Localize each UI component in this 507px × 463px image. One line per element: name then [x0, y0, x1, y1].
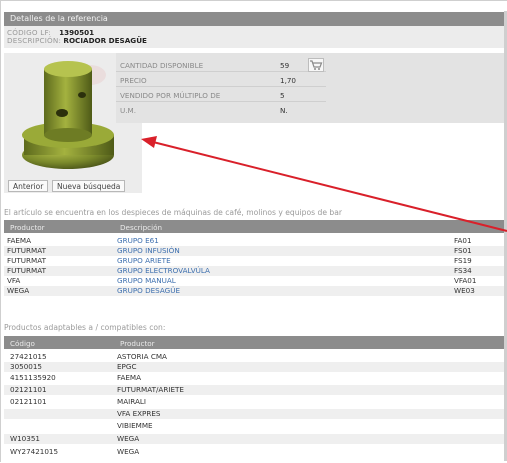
description-link[interactable]: GRUPO INFUSIÓN	[117, 246, 180, 256]
producer-cell: WEGA	[117, 447, 140, 456]
code-cell: FS34	[454, 266, 472, 275]
detail-value: 5	[280, 91, 285, 100]
table-row[interactable]: WEGA GRUPO DESAGÜE WE03	[4, 286, 504, 296]
description-label: DESCRIPCIÓN:	[7, 36, 62, 45]
shopping-cart-icon	[310, 60, 323, 70]
table-row[interactable]: FUTURMAT GRUPO ARIETE FS19	[4, 256, 504, 266]
compatible-section-title: Productos adaptables a / compatibles con…	[4, 323, 166, 332]
header-producer: Productor	[120, 339, 155, 348]
description-link[interactable]: GRUPO DESAGÜE	[117, 286, 180, 296]
producer-cell: VFA EXPRES	[117, 409, 161, 418]
producer-cell: VIBIEMME	[117, 421, 153, 430]
detail-label: VENDIDO POR MÚLTIPLO DE	[120, 91, 221, 100]
detail-value: 59	[280, 61, 290, 70]
description-link[interactable]: GRUPO ARIETE	[117, 256, 171, 266]
table-row: 02121101 MAIRALI	[4, 397, 504, 407]
header-code: Código	[10, 339, 35, 348]
reference-info: CÓDIGO LF: 1390501 DESCRIPCIÓN: ROCIADOR…	[4, 26, 504, 48]
code-cell: W10351	[10, 434, 40, 443]
detail-label: U.M.	[120, 106, 137, 115]
page-title: Detalles de la referencia	[10, 14, 108, 23]
reference-detail-page: Detalles de la referencia CÓDIGO LF: 139…	[0, 0, 507, 462]
code-cell: 3050015	[10, 362, 43, 371]
detail-value: 1,70	[280, 76, 297, 85]
producer-cell: WEGA	[7, 286, 30, 295]
previous-button[interactable]: Anterior	[8, 180, 49, 192]
table-row: WY27421015 WEGA	[4, 447, 504, 457]
table-row: VFA EXPRES	[4, 409, 504, 419]
description-link[interactable]: GRUPO ELECTROVALVÚLA	[117, 266, 210, 276]
producer-cell: ASTORIA CMA	[117, 352, 167, 361]
producer-cell: FUTURMAT	[7, 256, 46, 265]
description-link[interactable]: GRUPO E61	[117, 236, 159, 246]
header-description: Descripción	[120, 223, 163, 232]
exploded-section-title: El artículo se encuentra en los despiece…	[4, 208, 342, 217]
code-cell: VFA01	[454, 276, 477, 285]
code-cell: FS19	[454, 256, 472, 265]
table-row[interactable]: FUTURMAT GRUPO INFUSIÓN FS01	[4, 246, 504, 256]
detail-row: PRECIO 1,70	[116, 72, 326, 87]
producer-cell: WEGA	[117, 434, 140, 443]
table-row: 3050015 EPGC	[4, 362, 504, 372]
detail-row: CANTIDAD DISPONIBLE 59	[116, 57, 326, 72]
table-row[interactable]: FAEMA GRUPO E61 FA01	[4, 236, 504, 246]
code-cell: WE03	[454, 286, 475, 295]
table-row[interactable]: FUTURMAT GRUPO ELECTROVALVÚLA FS34	[4, 266, 504, 276]
detail-row: VENDIDO POR MÚLTIPLO DE 5	[116, 87, 326, 102]
table-row: 27421015 ASTORIA CMA	[4, 352, 504, 362]
code-cell: WY27421015	[10, 447, 59, 456]
code-cell: FS01	[454, 246, 472, 255]
producer-cell: FAEMA	[117, 373, 142, 382]
producer-cell: FUTURMAT/ARIETE	[117, 385, 184, 394]
code-cell: FA01	[454, 236, 472, 245]
description-line: DESCRIPCIÓN: ROCIADOR DESAGÜE	[7, 37, 501, 45]
detail-row: U.M. N.	[116, 102, 326, 117]
table-row: W10351 WEGA	[4, 434, 504, 444]
description-link[interactable]: GRUPO MANUAL	[117, 276, 176, 286]
section-header: Detalles de la referencia	[4, 12, 504, 26]
detail-value: N.	[280, 106, 288, 115]
add-to-cart-button[interactable]	[308, 58, 324, 72]
compatible-table-header: Código Productor	[4, 336, 504, 349]
stock-details-panel: CANTIDAD DISPONIBLE 59 PRECIO 1,70 VENDI…	[116, 53, 504, 123]
producer-cell: EPGC	[117, 362, 137, 371]
table-row: VIBIEMME	[4, 421, 504, 431]
product-photo	[22, 61, 114, 169]
detail-label: PRECIO	[120, 76, 147, 85]
exploded-table-header: Productor Descripción	[4, 220, 504, 233]
code-cell: 27421015	[10, 352, 47, 361]
producer-cell: FUTURMAT	[7, 266, 46, 275]
producer-cell: MAIRALI	[117, 397, 146, 406]
producer-cell: FUTURMAT	[7, 246, 46, 255]
code-cell: 02121101	[10, 397, 47, 406]
code-cell: 4151135920	[10, 373, 56, 382]
table-row: 02121101 FUTURMAT/ARIETE	[4, 385, 504, 395]
table-row: 4151135920 FAEMA	[4, 373, 504, 383]
description-value: ROCIADOR DESAGÜE	[63, 36, 147, 45]
code-cell: 02121101	[10, 385, 47, 394]
detail-label: CANTIDAD DISPONIBLE	[120, 61, 204, 70]
header-producer: Productor	[10, 223, 45, 232]
new-search-button[interactable]: Nueva búsqueda	[52, 180, 126, 192]
producer-cell: VFA	[7, 276, 21, 285]
producer-cell: FAEMA	[7, 236, 32, 245]
table-row[interactable]: VFA GRUPO MANUAL VFA01	[4, 276, 504, 286]
